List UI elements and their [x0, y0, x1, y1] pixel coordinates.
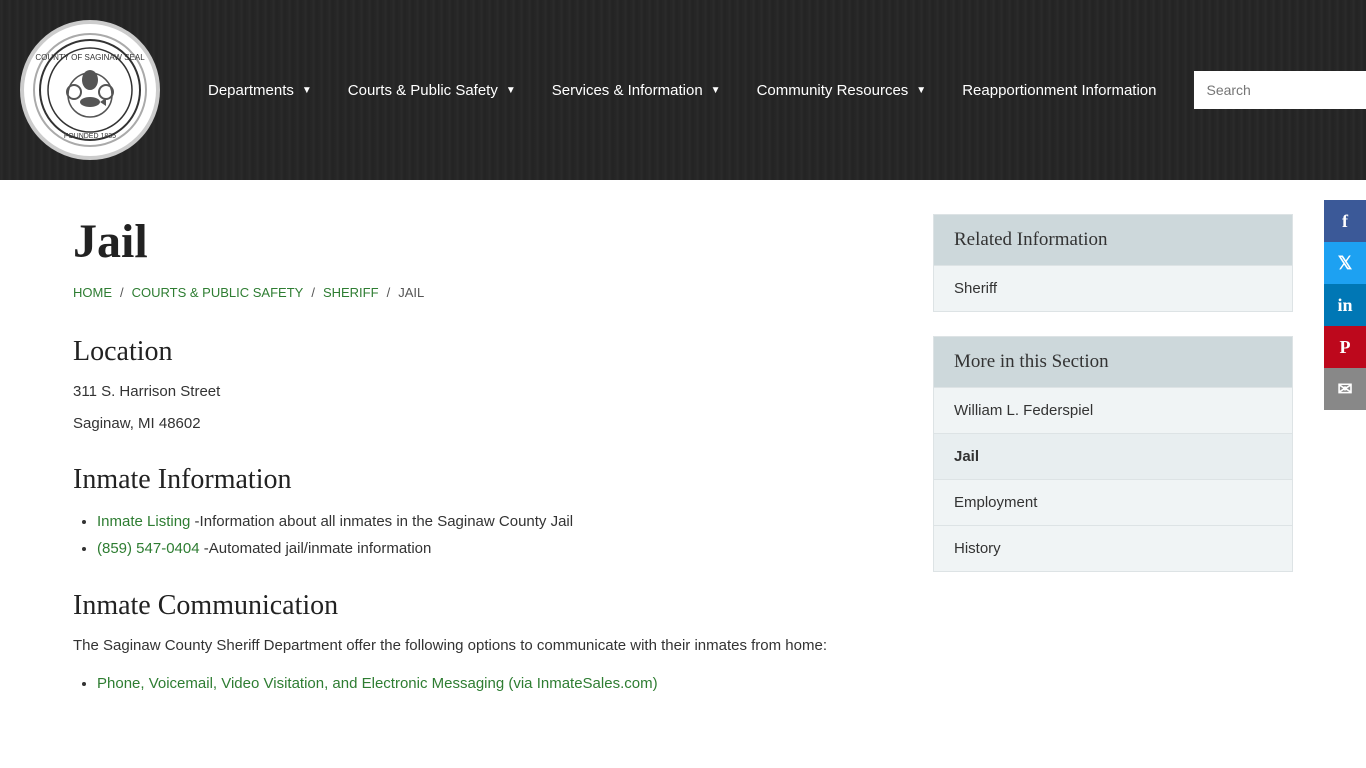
- breadcrumb-sep-1: /: [120, 285, 124, 300]
- svg-text:COUNTY OF SAGINAW SEAL: COUNTY OF SAGINAW SEAL: [35, 53, 145, 62]
- list-item: Phone, Voicemail, Video Visitation, and …: [97, 670, 893, 697]
- linkedin-button[interactable]: in: [1324, 284, 1366, 326]
- nav-departments[interactable]: Departments ▼: [190, 72, 330, 109]
- site-header: COUNTY OF SAGINAW SEAL FOUNDED 1835: [0, 0, 1366, 180]
- breadcrumb-current: JAIL: [398, 285, 424, 300]
- address-line1: 311 S. Harrison Street: [73, 380, 893, 404]
- breadcrumb-sheriff[interactable]: SHERIFF: [323, 285, 379, 300]
- more-history-link[interactable]: History: [934, 525, 1292, 571]
- content-area: Jail HOME / COURTS & PUBLIC SAFETY / SHE…: [73, 214, 893, 709]
- logo-circle: COUNTY OF SAGINAW SEAL FOUNDED 1835: [20, 20, 160, 160]
- breadcrumb-sep-3: /: [387, 285, 391, 300]
- inmate-info-list: Inmate Listing -Information about all in…: [97, 508, 893, 562]
- list-item: (859) 547-0404 -Automated jail/inmate in…: [97, 535, 893, 562]
- list-item: Inmate Listing -Information about all in…: [97, 508, 893, 535]
- phone-text: -Automated jail/inmate information: [200, 540, 432, 557]
- breadcrumb: HOME / COURTS & PUBLIC SAFETY / SHERIFF …: [73, 285, 893, 300]
- more-employment-link[interactable]: Employment: [934, 479, 1292, 525]
- search-input[interactable]: [1194, 71, 1366, 109]
- pinterest-button[interactable]: P: [1324, 326, 1366, 368]
- inmate-listing-link[interactable]: Inmate Listing: [97, 513, 190, 530]
- logo-wrap[interactable]: COUNTY OF SAGINAW SEAL FOUNDED 1835: [20, 20, 160, 160]
- more-section-heading: More in this Section: [934, 337, 1292, 387]
- address-line2: Saginaw, MI 48602: [73, 412, 893, 436]
- main-nav: Departments ▼ Courts & Public Safety ▼ S…: [190, 72, 1174, 109]
- more-jail-link[interactable]: Jail: [934, 433, 1292, 479]
- nav-reapportionment[interactable]: Reapportionment Information: [944, 72, 1174, 109]
- inmate-comm-heading: Inmate Communication: [73, 590, 893, 622]
- related-sheriff-link[interactable]: Sheriff: [934, 265, 1292, 311]
- departments-arrow: ▼: [302, 85, 312, 96]
- email-button[interactable]: ✉: [1324, 368, 1366, 410]
- social-sidebar: f 𝕏 in P ✉: [1324, 200, 1366, 410]
- location-heading: Location: [73, 336, 893, 368]
- breadcrumb-sep-2: /: [311, 285, 315, 300]
- community-arrow: ▼: [916, 85, 926, 96]
- related-info-heading: Related Information: [934, 215, 1292, 265]
- inmate-comm-list: Phone, Voicemail, Video Visitation, and …: [97, 670, 893, 697]
- breadcrumb-home[interactable]: HOME: [73, 285, 112, 300]
- inmate-comm-intro: The Saginaw County Sheriff Department of…: [73, 634, 893, 658]
- courts-arrow: ▼: [506, 85, 516, 96]
- twitter-button[interactable]: 𝕏: [1324, 242, 1366, 284]
- nav-courts-public-safety[interactable]: Courts & Public Safety ▼: [330, 72, 534, 109]
- sidebar: Related Information Sheriff More in this…: [933, 214, 1293, 709]
- related-info-box: Related Information Sheriff: [933, 214, 1293, 312]
- search-area: 🔍 Search: [1194, 71, 1366, 109]
- facebook-button[interactable]: f: [1324, 200, 1366, 242]
- more-federspiel-link[interactable]: William L. Federspiel: [934, 387, 1292, 433]
- phone-link[interactable]: (859) 547-0404: [97, 540, 200, 557]
- inmate-sales-link[interactable]: Phone, Voicemail, Video Visitation, and …: [97, 675, 658, 692]
- page-title: Jail: [73, 214, 893, 269]
- inmate-info-heading: Inmate Information: [73, 464, 893, 496]
- nav-community-resources[interactable]: Community Resources ▼: [739, 72, 945, 109]
- inmate-listing-text: -Information about all inmates in the Sa…: [190, 513, 573, 530]
- nav-services-information[interactable]: Services & Information ▼: [534, 72, 739, 109]
- breadcrumb-courts[interactable]: COURTS & PUBLIC SAFETY: [132, 285, 304, 300]
- main-container: Jail HOME / COURTS & PUBLIC SAFETY / SHE…: [33, 184, 1333, 739]
- services-arrow: ▼: [711, 85, 721, 96]
- more-section-box: More in this Section William L. Federspi…: [933, 336, 1293, 572]
- svg-text:FOUNDED 1835: FOUNDED 1835: [64, 133, 116, 140]
